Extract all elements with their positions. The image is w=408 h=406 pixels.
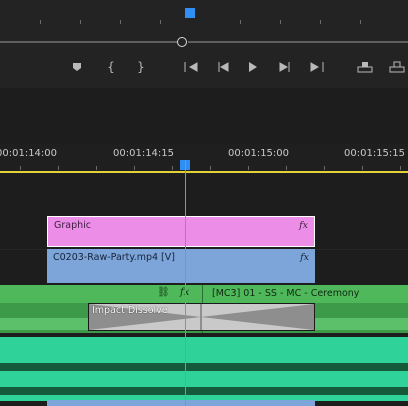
ruler-tick [240, 20, 241, 24]
timecode-label: 00:01:14:00 [0, 148, 58, 159]
ruler-tick [400, 166, 401, 170]
ruler-tick [120, 20, 121, 24]
audio-clip[interactable] [0, 337, 408, 401]
timecode-label: 00:01:14:15 [113, 148, 175, 159]
mark-out-icon[interactable]: } [130, 54, 152, 80]
fx-icon: fx [300, 252, 309, 263]
ruler-tick [172, 166, 173, 170]
clip-name: C0203-Raw-Party.mp4 [V] [53, 252, 175, 263]
marker-icon[interactable] [66, 54, 88, 80]
video-clip[interactable]: C0203-Raw-Party.mp4 [V] fx [47, 249, 315, 283]
ruler-tick [210, 166, 211, 170]
lift-icon[interactable] [354, 54, 376, 80]
timeline-header [0, 88, 408, 144]
go-to-out-icon[interactable] [306, 54, 328, 80]
audio-clip-2[interactable] [47, 400, 315, 406]
monitor-time-ruler[interactable] [0, 0, 408, 24]
zoom-scroll-handle[interactable] [177, 37, 187, 47]
ruler-tick [286, 166, 287, 170]
ruler-tick [80, 20, 81, 24]
ruler-tick [58, 166, 59, 170]
ruler-tick [96, 166, 97, 170]
ruler-tick [324, 166, 325, 170]
step-back-icon[interactable] [212, 54, 234, 80]
ruler-tick [248, 166, 249, 170]
zoom-scroll-bar-right[interactable] [188, 41, 408, 43]
ruler-tick [40, 20, 41, 24]
zoom-scroll-bar[interactable] [0, 41, 180, 43]
audio-waveform [0, 387, 408, 395]
ruler-tick [20, 166, 21, 170]
ruler-tick [160, 20, 161, 24]
link-icon: ⛓ [157, 287, 170, 298]
play-icon[interactable] [242, 54, 264, 80]
step-forward-icon[interactable] [274, 54, 296, 80]
playhead-line[interactable] [185, 160, 186, 406]
ruler-tick [280, 20, 281, 24]
mark-in-icon[interactable]: { [100, 54, 122, 80]
timecode-label: 00:01:15:15 [344, 148, 406, 159]
graphic-clip[interactable]: Graphic fx [47, 216, 315, 247]
transport-controls: { } [0, 54, 408, 80]
fx-icon: fx [299, 220, 308, 231]
ruler-tick [362, 166, 363, 170]
track-v4 [0, 174, 408, 215]
clip-name: Graphic [54, 220, 92, 231]
ruler-tick [360, 20, 361, 24]
clip-name: [MC3] 01 - SS - MC - Ceremony [212, 288, 360, 299]
ruler-tick [134, 166, 135, 170]
monitor-playhead[interactable] [185, 8, 195, 18]
timecode-label: 00:01:15:00 [228, 148, 290, 159]
timecode-ruler[interactable]: 00:01:14:00 00:01:14:15 00:01:15:00 00:0… [0, 144, 408, 174]
audio-waveform [0, 363, 408, 371]
transition-name: Impact Dissolve [92, 305, 168, 316]
ruler-tick [320, 20, 321, 24]
extract-icon[interactable] [386, 54, 408, 80]
go-to-in-icon[interactable] [180, 54, 202, 80]
work-area-bar[interactable] [0, 171, 408, 173]
